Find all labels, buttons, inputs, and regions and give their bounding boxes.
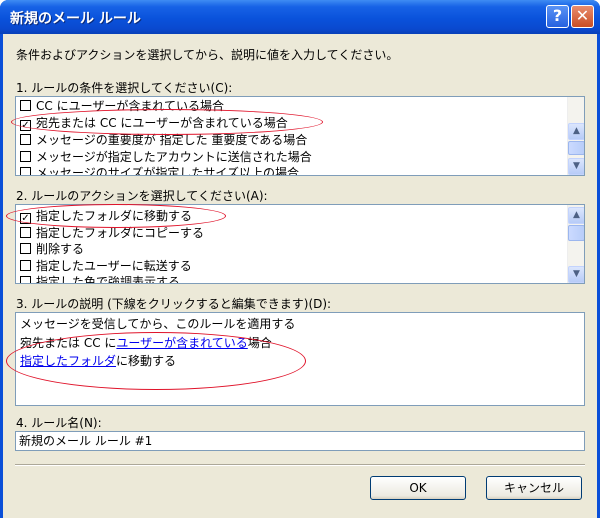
title-bar[interactable]: 新規のメール ルール ? ✕ (0, 0, 600, 34)
actions-scrollbar[interactable]: ▲ ▼ (567, 205, 584, 283)
checkbox[interactable] (20, 100, 31, 111)
condition-label: 宛先または CC にユーザーが含まれている場合 (36, 116, 288, 130)
conditions-label: 1. ルールの条件を選択してください(C): (16, 81, 233, 95)
help-button[interactable]: ? (546, 5, 569, 28)
condition-item[interactable]: メッセージの重要度が 指定した 重要度である場合 (20, 132, 307, 148)
dialog-client-area: 条件およびアクションを選択してから、説明に値を入力してください。 1. ルールの… (3, 34, 597, 518)
rule-description-box[interactable]: メッセージを受信してから、このルールを適用する 宛先または CC にユーザーが含… (15, 312, 585, 406)
chevron-up-icon: ▲ (573, 210, 580, 220)
condition-item[interactable]: メッセージのサイズが指定したサイズ以上の場合 (20, 165, 300, 176)
rule-name-label: 4. ルール名(N): (16, 416, 102, 430)
check-icon: ✓ (21, 120, 30, 131)
close-button[interactable]: ✕ (571, 5, 594, 28)
checkbox[interactable] (20, 276, 31, 283)
condition-item[interactable]: メッセージが指定したアカウントに送信された場合 (20, 149, 312, 165)
chevron-down-icon: ▼ (573, 161, 580, 171)
description-text: に移動する (116, 354, 177, 368)
action-item[interactable]: ✓ 指定したフォルダに移動する (20, 208, 192, 224)
check-icon: ✓ (21, 213, 30, 224)
description-text: 場合 (247, 336, 272, 350)
action-item[interactable]: 削除する (20, 241, 84, 257)
action-item[interactable]: 指定した色で強調表示する (20, 274, 181, 284)
actions-label: 2. ルールのアクションを選択してください(A): (16, 189, 268, 203)
cancel-button[interactable]: キャンセル (486, 476, 582, 500)
scroll-thumb[interactable] (568, 225, 584, 241)
action-label: 指定したフォルダに移動する (36, 209, 193, 223)
action-label: 指定した色で強調表示する (36, 275, 181, 284)
window-title: 新規のメール ルール (10, 11, 141, 27)
checkbox[interactable] (20, 151, 31, 162)
checkbox[interactable] (20, 167, 31, 175)
checkbox[interactable] (20, 260, 31, 271)
description-line-2: 宛先または CC にユーザーが含まれている場合 (20, 335, 272, 351)
checkbox-checked[interactable]: ✓ (20, 120, 31, 131)
conditions-scrollbar[interactable]: ▲ ▼ (567, 97, 584, 175)
ok-button[interactable]: OK (370, 476, 466, 500)
condition-label: CC にユーザーが含まれている場合 (36, 99, 224, 113)
action-label: 指定したフォルダにコピーする (36, 226, 205, 240)
checkbox-checked[interactable]: ✓ (20, 213, 31, 224)
condition-item[interactable]: ✓ 宛先または CC にユーザーが含まれている場合 (20, 115, 288, 131)
scroll-down-button[interactable]: ▼ (568, 158, 584, 175)
close-icon: ✕ (575, 6, 590, 25)
action-item[interactable]: 指定したユーザーに転送する (20, 258, 192, 274)
scroll-up-button[interactable]: ▲ (568, 207, 584, 224)
users-link[interactable]: ユーザーが含まれている (116, 336, 247, 350)
description-line-3: 指定したフォルダに移動する (20, 353, 176, 369)
description-line-1: メッセージを受信してから、このルールを適用する (20, 317, 296, 331)
action-label: 削除する (36, 242, 85, 256)
condition-label: メッセージのサイズが指定したサイズ以上の場合 (36, 166, 300, 176)
scroll-up-button[interactable]: ▲ (568, 123, 584, 140)
conditions-list[interactable]: CC にユーザーが含まれている場合 ✓ 宛先または CC にユーザーが含まれている… (15, 96, 585, 176)
rule-dialog-window: 新規のメール ルール ? ✕ 条件およびアクションを選択してから、説明に値を入力… (0, 0, 600, 518)
scroll-down-button[interactable]: ▼ (568, 266, 584, 283)
scroll-thumb[interactable] (568, 141, 584, 155)
action-label: 指定したユーザーに転送する (36, 259, 192, 273)
divider (15, 464, 585, 466)
rule-name-input[interactable]: 新規のメール ルール #1 (15, 431, 585, 451)
condition-item[interactable]: CC にユーザーが含まれている場合 (20, 98, 224, 114)
description-text: 宛先または CC に (20, 336, 117, 350)
checkbox[interactable] (20, 227, 31, 238)
instruction-text: 条件およびアクションを選択してから、説明に値を入力してください。 (16, 48, 399, 62)
chevron-down-icon: ▼ (573, 269, 580, 279)
chevron-up-icon: ▲ (573, 126, 580, 136)
checkbox[interactable] (20, 134, 31, 145)
actions-list[interactable]: ✓ 指定したフォルダに移動する 指定したフォルダにコピーする 削除する 指定したユ… (15, 204, 585, 284)
condition-label: メッセージの重要度が 指定した 重要度である場合 (36, 133, 308, 147)
checkbox[interactable] (20, 243, 31, 254)
description-label: 3. ルールの説明 (下線をクリックすると編集できます)(D): (16, 297, 332, 311)
condition-label: メッセージが指定したアカウントに送信された場合 (36, 150, 312, 164)
folder-link[interactable]: 指定したフォルダ (20, 354, 116, 368)
action-item[interactable]: 指定したフォルダにコピーする (20, 225, 204, 241)
help-icon: ? (552, 6, 563, 25)
